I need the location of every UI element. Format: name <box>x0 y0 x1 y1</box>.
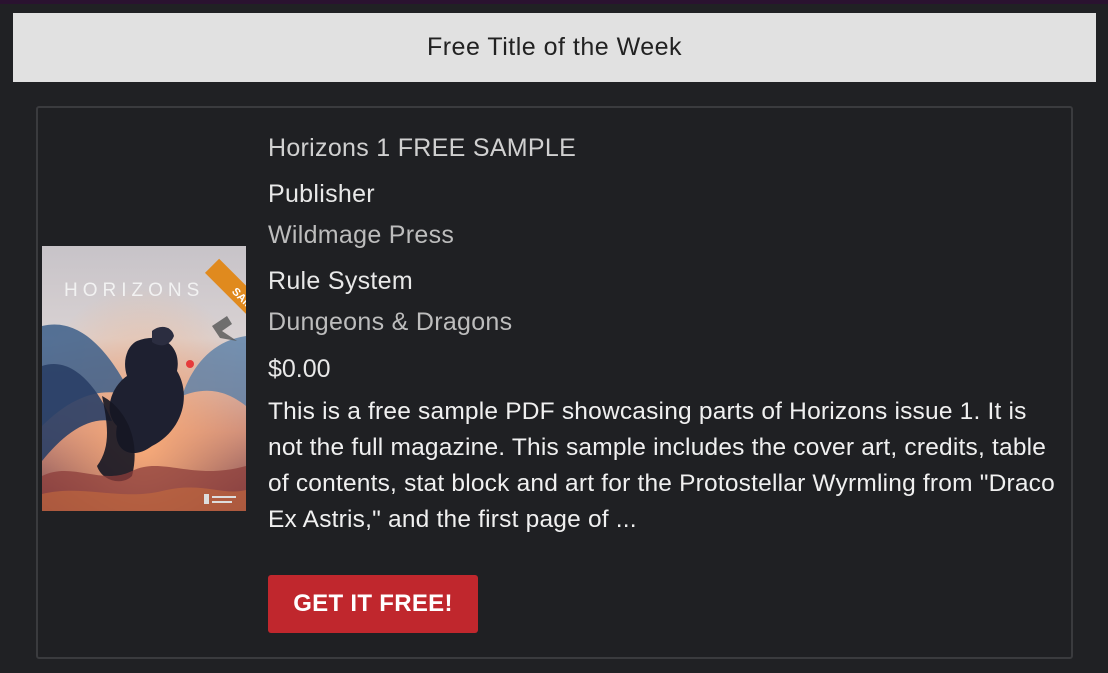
product-card: HORIZONS SAMPLE Horizons 1 FREE SAMPLE P… <box>36 106 1073 659</box>
rule-system-value[interactable]: Dungeons & Dragons <box>268 308 512 337</box>
product-description: This is a free sample PDF showcasing par… <box>268 398 1055 533</box>
publisher-value[interactable]: Wildmage Press <box>268 221 454 250</box>
product-price: $0.00 <box>268 355 331 383</box>
product-title-link[interactable]: Horizons 1 FREE SAMPLE <box>268 134 576 163</box>
section-title: Free Title of the Week <box>426 33 683 61</box>
rule-system-label: Rule System <box>268 267 414 295</box>
get-it-free-button[interactable]: GET IT FREE! <box>268 575 478 633</box>
publisher-label: Publisher <box>268 180 375 208</box>
cover-logo-text: HORIZONS <box>64 280 204 301</box>
section-header: Free Title of the Week <box>13 13 1096 82</box>
product-cover-image[interactable]: HORIZONS SAMPLE <box>42 246 246 511</box>
cover-art: HORIZONS SAMPLE <box>42 246 246 511</box>
top-accent-bar <box>0 0 1108 4</box>
